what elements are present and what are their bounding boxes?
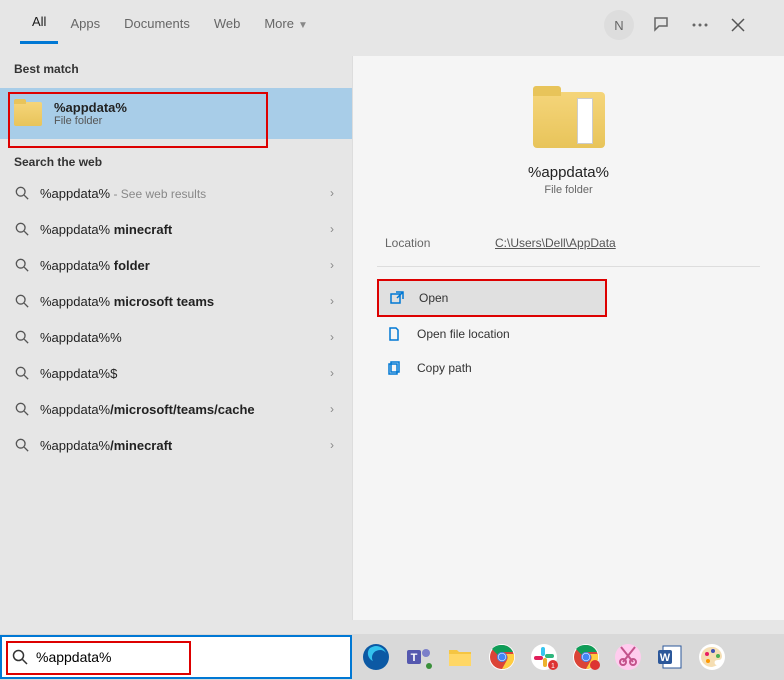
folder-icon-large — [533, 92, 605, 148]
search-icon — [14, 293, 30, 309]
tab-documents[interactable]: Documents — [112, 8, 202, 43]
taskbar-explorer-icon[interactable] — [442, 639, 478, 675]
web-result-1[interactable]: %appdata% minecraft› — [0, 211, 352, 247]
search-icon — [14, 365, 30, 381]
chevron-right-icon: › — [330, 258, 334, 272]
svg-text:T: T — [411, 652, 418, 664]
preview-subtitle: File folder — [544, 184, 592, 196]
taskbar-chrome-icon[interactable] — [484, 639, 520, 675]
folder-icon — [14, 102, 42, 126]
best-match-subtitle: File folder — [54, 115, 127, 127]
web-result-6[interactable]: %appdata%/microsoft/teams/cache› — [0, 391, 352, 427]
annotation-highlight — [8, 92, 268, 148]
action-copy[interactable]: Copy path — [377, 351, 760, 385]
tab-more[interactable]: More▼ — [252, 8, 320, 43]
user-avatar[interactable]: N — [604, 10, 634, 40]
search-input[interactable] — [36, 649, 340, 665]
chevron-down-icon: ▼ — [298, 20, 308, 31]
search-icon — [14, 185, 30, 201]
action-open[interactable]: Open — [377, 279, 607, 317]
file-location-icon — [387, 326, 403, 342]
web-result-text: %appdata%/minecraft — [40, 438, 338, 453]
svg-text:W: W — [660, 652, 671, 664]
taskbar-snip-icon[interactable] — [610, 639, 646, 675]
search-icon — [14, 329, 30, 345]
web-result-4[interactable]: %appdata%%› — [0, 319, 352, 355]
section-best-match: Best match — [0, 56, 352, 82]
tab-apps[interactable]: Apps — [58, 8, 112, 43]
feedback-icon[interactable] — [652, 15, 672, 35]
action-label: Open — [419, 291, 448, 305]
tab-web[interactable]: Web — [202, 8, 253, 43]
search-box[interactable] — [0, 635, 352, 679]
web-result-text: %appdata% folder — [40, 258, 338, 273]
results-pane: Best match %appdata% File folder Search … — [0, 44, 352, 620]
web-result-0[interactable]: %appdata% - See web results› — [0, 175, 352, 211]
svg-text:1: 1 — [551, 663, 555, 670]
taskbar-teams-icon[interactable]: T — [400, 639, 436, 675]
copy-icon — [387, 360, 403, 376]
web-result-3[interactable]: %appdata% microsoft teams› — [0, 283, 352, 319]
taskbar-word-icon[interactable]: W — [652, 639, 688, 675]
search-icon — [12, 649, 28, 665]
close-icon[interactable] — [728, 15, 748, 35]
search-icon — [14, 221, 30, 237]
taskbar-chrome-2-icon[interactable] — [568, 639, 604, 675]
taskbar-slack-icon[interactable]: 1 — [526, 639, 562, 675]
chevron-right-icon: › — [330, 438, 334, 452]
web-result-text: %appdata% - See web results — [40, 186, 338, 201]
more-options-icon[interactable] — [690, 15, 710, 35]
tabs-bar: All Apps Documents Web More▼ N — [0, 0, 784, 44]
best-match-title: %appdata% — [54, 100, 127, 115]
action-file-location[interactable]: Open file location — [377, 317, 760, 351]
tab-all[interactable]: All — [20, 6, 58, 44]
search-icon — [14, 401, 30, 417]
chevron-right-icon: › — [330, 366, 334, 380]
action-label: Open file location — [417, 327, 510, 341]
web-result-5[interactable]: %appdata%$› — [0, 355, 352, 391]
location-link[interactable]: C:\Users\Dell\AppData — [495, 236, 616, 250]
search-icon — [14, 437, 30, 453]
location-row: Location C:\Users\Dell\AppData — [377, 220, 760, 267]
location-label: Location — [385, 236, 495, 250]
web-result-text: %appdata% minecraft — [40, 222, 338, 237]
taskbar-paint-icon[interactable] — [694, 639, 730, 675]
search-icon — [14, 257, 30, 273]
web-result-text: %appdata%% — [40, 330, 338, 345]
web-result-text: %appdata% microsoft teams — [40, 294, 338, 309]
chevron-right-icon: › — [330, 186, 334, 200]
open-icon — [389, 290, 405, 306]
preview-pane: %appdata% File folder Location C:\Users\… — [352, 56, 784, 620]
web-result-text: %appdata%$ — [40, 366, 338, 381]
chevron-right-icon: › — [330, 330, 334, 344]
taskbar-edge-icon[interactable] — [358, 639, 394, 675]
chevron-right-icon: › — [330, 402, 334, 416]
taskbar: T 1 W — [0, 634, 784, 680]
section-search-web: Search the web — [0, 149, 352, 175]
action-label: Copy path — [417, 361, 472, 375]
best-match-result[interactable]: %appdata% File folder — [0, 88, 352, 139]
web-result-text: %appdata%/microsoft/teams/cache — [40, 402, 338, 417]
web-result-2[interactable]: %appdata% folder› — [0, 247, 352, 283]
web-result-7[interactable]: %appdata%/minecraft› — [0, 427, 352, 463]
chevron-right-icon: › — [330, 294, 334, 308]
chevron-right-icon: › — [330, 222, 334, 236]
preview-title: %appdata% — [528, 164, 609, 181]
